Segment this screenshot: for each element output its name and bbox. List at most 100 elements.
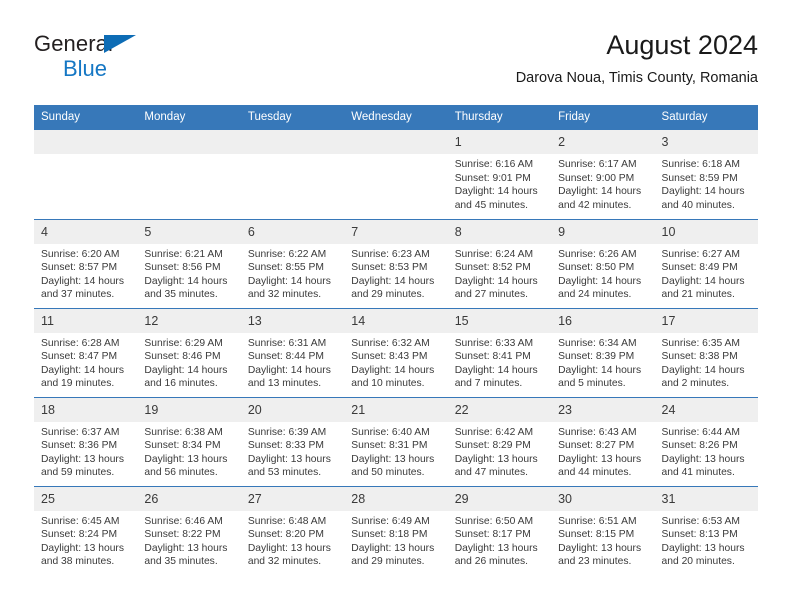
daylight-duration: Daylight: 14 hours and 27 minutes. — [454, 275, 538, 301]
sunrise-time: Sunrise: 6:44 AM — [661, 426, 740, 438]
calendar-day-cell[interactable]: 9 Sunrise: 6:26 AM Sunset: 8:50 PM Daylight… — [551, 218, 655, 308]
calendar-day-cell[interactable]: 4 Sunrise: 6:20 AM Sunset: 8:57 PM Daylight… — [34, 218, 138, 308]
day-number: 13 — [240, 308, 345, 333]
sunset-time: Sunset: 8:31 PM — [351, 440, 428, 452]
weekday-header-monday: Monday — [137, 105, 241, 130]
day-daylight-info: Sunrise: 6:33 AM Sunset: 8:41 PM Daylight:… — [448, 333, 551, 391]
calendar-day-cell-empty — [137, 130, 241, 219]
calendar-day-cell[interactable]: 28 Sunrise: 6:49 AM Sunset: 8:18 PM Dayligh… — [344, 485, 448, 575]
calendar-day-cell[interactable]: 22 Sunrise: 6:42 AM Sunset: 8:29 PM Dayligh… — [447, 396, 552, 486]
day-daylight-info: Sunrise: 6:24 AM Sunset: 8:52 PM Daylight:… — [448, 244, 551, 302]
day-number: 31 — [654, 486, 758, 511]
day-number: 24 — [654, 397, 758, 422]
sunrise-time: Sunrise: 6:48 AM — [247, 515, 327, 527]
calendar-day-cell[interactable]: 17 Sunrise: 6:35 AM Sunset: 8:38 PM Dayligh… — [654, 307, 758, 397]
sunrise-time: Sunrise: 6:38 AM — [144, 426, 223, 438]
sunrise-time: Sunrise: 6:42 AM — [454, 426, 534, 438]
calendar-week-row: 11 Sunrise: 6:28 AM Sunset: 8:47 PM Dayligh… — [34, 307, 758, 397]
general-blue-logo[interactable]: General Blue — [34, 32, 234, 94]
day-number: 1 — [447, 130, 552, 154]
calendar-day-cell[interactable]: 10 Sunrise: 6:27 AM Sunset: 8:49 PM Dayligh… — [654, 218, 758, 308]
calendar-day-cell[interactable]: 8 Sunrise: 6:24 AM Sunset: 8:52 PM Daylight… — [447, 218, 552, 308]
sunrise-time: Sunrise: 6:50 AM — [454, 515, 534, 527]
weekday-header-friday: Friday — [551, 105, 655, 130]
weekday-header-tuesday: Tuesday — [240, 105, 345, 130]
calendar-day-cell[interactable]: 26 Sunrise: 6:46 AM Sunset: 8:22 PM Dayligh… — [137, 485, 241, 575]
sunrise-time: Sunrise: 6:26 AM — [558, 248, 637, 260]
daylight-duration: Daylight: 13 hours and 50 minutes. — [351, 453, 435, 479]
calendar-day-cell[interactable]: 11 Sunrise: 6:28 AM Sunset: 8:47 PM Dayligh… — [34, 307, 138, 397]
calendar-page: General Blue August 2024 Darova Noua, Ti… — [0, 0, 792, 612]
daylight-duration: Daylight: 14 hours and 21 minutes. — [661, 275, 745, 301]
sunrise-time: Sunrise: 6:46 AM — [144, 515, 223, 527]
sunset-time: Sunset: 8:13 PM — [661, 529, 738, 541]
calendar-body: 1 Sunrise: 6:16 AM Sunset: 9:01 PM Daylight… — [34, 130, 758, 575]
day-number: 7 — [344, 219, 448, 244]
calendar-day-cell[interactable]: 29 Sunrise: 6:50 AM Sunset: 8:17 PM Dayligh… — [447, 485, 552, 575]
daylight-duration: Daylight: 14 hours and 24 minutes. — [558, 275, 642, 301]
calendar-day-cell[interactable]: 12 Sunrise: 6:29 AM Sunset: 8:46 PM Dayligh… — [137, 307, 241, 397]
daylight-duration: Daylight: 14 hours and 7 minutes. — [454, 364, 538, 390]
calendar-day-cell[interactable]: 1 Sunrise: 6:16 AM Sunset: 9:01 PM Daylight… — [447, 130, 552, 219]
sunset-time: Sunset: 8:59 PM — [661, 172, 738, 184]
sunset-time: Sunset: 8:49 PM — [661, 262, 738, 274]
day-daylight-info: Sunrise: 6:20 AM Sunset: 8:57 PM Daylight:… — [34, 244, 137, 302]
calendar-day-cell[interactable]: 7 Sunrise: 6:23 AM Sunset: 8:53 PM Daylight… — [344, 218, 448, 308]
sunset-time: Sunset: 8:56 PM — [144, 262, 221, 274]
calendar-day-cell[interactable]: 18 Sunrise: 6:37 AM Sunset: 8:36 PM Dayligh… — [34, 396, 138, 486]
sunrise-time: Sunrise: 6:21 AM — [144, 248, 223, 260]
daylight-duration: Daylight: 14 hours and 2 minutes. — [661, 364, 745, 390]
calendar-day-cell[interactable]: 3 Sunrise: 6:18 AM Sunset: 8:59 PM Daylight… — [654, 130, 758, 219]
day-daylight-info: Sunrise: 6:22 AM Sunset: 8:55 PM Daylight:… — [241, 244, 344, 302]
sunset-time: Sunset: 8:44 PM — [247, 351, 324, 363]
calendar-day-cell[interactable]: 25 Sunrise: 6:45 AM Sunset: 8:24 PM Dayligh… — [34, 485, 138, 575]
calendar-day-cell[interactable]: 23 Sunrise: 6:43 AM Sunset: 8:27 PM Dayligh… — [551, 396, 655, 486]
calendar-day-cell[interactable]: 24 Sunrise: 6:44 AM Sunset: 8:26 PM Dayligh… — [654, 396, 758, 486]
calendar-day-cell[interactable]: 6 Sunrise: 6:22 AM Sunset: 8:55 PM Daylight… — [240, 218, 345, 308]
sunrise-time: Sunrise: 6:34 AM — [558, 337, 637, 349]
calendar-day-cell[interactable]: 13 Sunrise: 6:31 AM Sunset: 8:44 PM Dayligh… — [240, 307, 345, 397]
calendar-day-cell[interactable]: 19 Sunrise: 6:38 AM Sunset: 8:34 PM Dayligh… — [137, 396, 241, 486]
sunset-time: Sunset: 8:24 PM — [41, 529, 118, 541]
sunrise-sunset-calendar-table: Sunday Monday Tuesday Wednesday Thursday Frid… — [34, 105, 758, 575]
day-daylight-info: Sunrise: 6:51 AM Sunset: 8:15 PM Daylight:… — [551, 511, 654, 569]
calendar-day-cell[interactable]: 30 Sunrise: 6:51 AM Sunset: 8:15 PM Dayligh… — [551, 485, 655, 575]
day-daylight-info: Sunrise: 6:27 AM Sunset: 8:49 PM Daylight:… — [655, 244, 758, 302]
calendar-week-row: 4 Sunrise: 6:20 AM Sunset: 8:57 PM Daylight… — [34, 218, 758, 308]
day-daylight-info: Sunrise: 6:44 AM Sunset: 8:26 PM Daylight:… — [655, 422, 758, 480]
sunset-time: Sunset: 8:50 PM — [558, 262, 635, 274]
day-number: 18 — [34, 397, 138, 422]
daylight-duration: Daylight: 13 hours and 56 minutes. — [144, 453, 228, 479]
daylight-duration: Daylight: 13 hours and 44 minutes. — [558, 453, 642, 479]
calendar-day-cell-empty — [344, 130, 448, 219]
day-daylight-info: Sunrise: 6:45 AM Sunset: 8:24 PM Daylight:… — [34, 511, 137, 569]
day-number: 2 — [551, 130, 655, 154]
sunrise-time: Sunrise: 6:32 AM — [351, 337, 430, 349]
calendar-day-cell[interactable]: 20 Sunrise: 6:39 AM Sunset: 8:33 PM Dayligh… — [240, 396, 345, 486]
sunset-time: Sunset: 8:29 PM — [454, 440, 531, 452]
weekday-header: Sunday Monday Tuesday Wednesday Thursday Frid… — [34, 105, 758, 130]
sunrise-time: Sunrise: 6:16 AM — [454, 159, 534, 170]
day-number: 17 — [654, 308, 758, 333]
sunset-time: Sunset: 8:47 PM — [41, 351, 118, 363]
calendar-day-cell[interactable]: 5 Sunrise: 6:21 AM Sunset: 8:56 PM Daylight… — [137, 218, 241, 308]
calendar-day-cell[interactable]: 14 Sunrise: 6:32 AM Sunset: 8:43 PM Dayligh… — [344, 307, 448, 397]
day-daylight-info: Sunrise: 6:17 AM Sunset: 9:00 PM Daylight:… — [551, 154, 654, 212]
day-number: 26 — [137, 486, 241, 511]
day-number — [344, 130, 448, 154]
daylight-duration: Daylight: 13 hours and 38 minutes. — [41, 542, 124, 568]
sunset-time: Sunset: 8:17 PM — [454, 529, 531, 541]
calendar-day-cell[interactable]: 27 Sunrise: 6:48 AM Sunset: 8:20 PM Dayligh… — [240, 485, 345, 575]
day-number — [137, 130, 241, 154]
calendar-day-cell[interactable]: 2 Sunrise: 6:17 AM Sunset: 9:00 PM Daylight… — [551, 130, 655, 219]
sunrise-time: Sunrise: 6:35 AM — [661, 337, 740, 349]
day-number — [240, 130, 345, 154]
sunrise-time: Sunrise: 6:18 AM — [661, 159, 740, 170]
calendar-day-cell[interactable]: 31 Sunrise: 6:53 AM Sunset: 8:13 PM Dayligh… — [654, 485, 758, 575]
daylight-duration: Daylight: 13 hours and 53 minutes. — [247, 453, 331, 479]
calendar-day-cell[interactable]: 16 Sunrise: 6:34 AM Sunset: 8:39 PM Dayligh… — [551, 307, 655, 397]
day-daylight-info: Sunrise: 6:50 AM Sunset: 8:17 PM Daylight:… — [448, 511, 551, 569]
sunrise-time: Sunrise: 6:31 AM — [247, 337, 327, 349]
calendar-day-cell[interactable]: 15 Sunrise: 6:33 AM Sunset: 8:41 PM Dayligh… — [447, 307, 552, 397]
calendar-day-cell[interactable]: 21 Sunrise: 6:40 AM Sunset: 8:31 PM Dayligh… — [344, 396, 448, 486]
